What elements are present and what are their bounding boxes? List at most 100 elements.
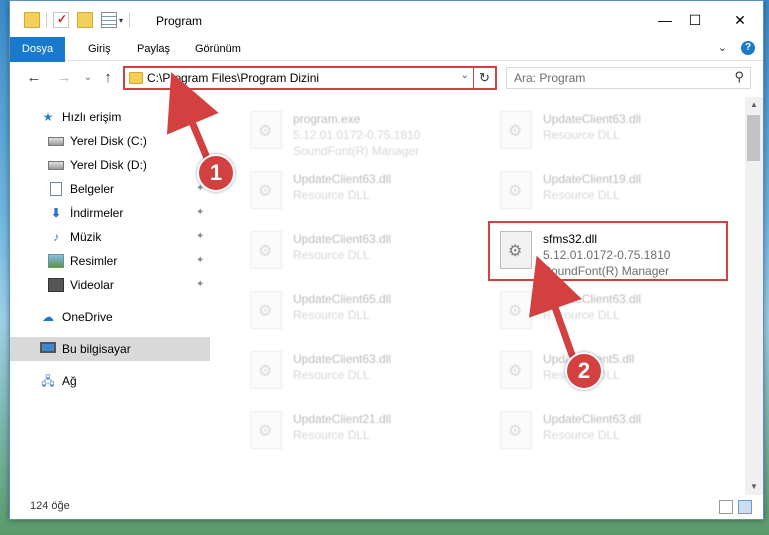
file-description: Resource DLL <box>293 188 370 202</box>
file-list: program.exe 5.12.01.0172-0.75.1810 Sound… <box>220 97 745 495</box>
file-description: SoundFont(R) Manager <box>543 264 670 278</box>
sidebar-item-videos[interactable]: Videolar ✦ <box>10 273 210 297</box>
up-arrow-icon[interactable]: ↑ <box>98 68 118 88</box>
file-description: SoundFont(R) Manager <box>293 144 420 158</box>
pictures-icon <box>48 254 64 268</box>
properties-check-icon[interactable] <box>53 12 69 28</box>
file-item[interactable]: UpdateClient63.dll Resource DLL <box>490 283 726 339</box>
pin-icon[interactable]: ✦ <box>196 273 204 297</box>
search-icon[interactable]: ⚲ <box>734 69 744 85</box>
file-description: Resource DLL <box>293 248 370 262</box>
file-item[interactable]: UpdateClient63.dll Resource DLL <box>240 163 476 219</box>
this-pc-icon <box>40 342 56 353</box>
file-version: 5.12.01.0172-0.75.1810 <box>543 248 671 262</box>
file-name: UpdateClient63.dll <box>293 172 392 186</box>
file-item-sfms32-highlighted[interactable]: sfms32.dll 5.12.01.0172-0.75.1810 SoundF… <box>488 221 728 281</box>
folder-icon <box>129 72 143 84</box>
file-item[interactable]: UpdateClient63.dll Resource DLL <box>490 103 726 159</box>
window-title: Program <box>156 14 203 28</box>
sidebar-item-music[interactable]: ♪ Müzik ✦ <box>10 225 210 249</box>
dll-file-icon <box>500 411 532 449</box>
tab-share[interactable]: Paylaş <box>127 37 180 61</box>
refresh-icon[interactable]: ↻ <box>473 68 495 88</box>
sidebar-item-documents[interactable]: Belgeler ✦ <box>10 177 210 201</box>
new-folder-icon[interactable] <box>77 12 93 28</box>
scrollbar-thumb[interactable] <box>747 115 760 161</box>
search-box[interactable]: Ara: Program ⚲ <box>506 67 751 89</box>
file-explorer-window: ▾ Program — ☐ ✕ Dosya Giriş Paylaş Görün… <box>9 0 764 520</box>
sidebar-item-label: Belgeler <box>70 182 115 196</box>
dll-file-icon <box>250 231 282 269</box>
sidebar-item-local-disk-d[interactable]: Yerel Disk (D:) <box>10 153 210 177</box>
sidebar-item-quick-access[interactable]: ★ Hızlı erişim <box>10 105 210 129</box>
maximize-button[interactable]: ☐ <box>672 5 718 35</box>
folder-icon <box>24 12 40 28</box>
file-description: Resource DLL <box>543 188 620 202</box>
quick-access-toolbar: ▾ <box>24 10 134 30</box>
sidebar-item-onedrive[interactable]: ☁ OneDrive <box>10 305 210 329</box>
videos-icon <box>48 278 64 292</box>
music-icon: ♪ <box>53 230 59 244</box>
file-version: 5.12.01.0172-0.75.1810 <box>293 128 421 142</box>
forward-arrow-icon[interactable]: → <box>54 68 74 88</box>
sidebar-item-this-pc[interactable]: Bu bilgisayar <box>10 337 210 361</box>
file-name: UpdateClient63.dll <box>543 412 642 426</box>
pin-icon[interactable]: ✦ <box>196 249 204 273</box>
pin-icon[interactable]: ✦ <box>196 225 204 249</box>
file-name: UpdateClient19.dll <box>543 172 642 186</box>
scroll-up-icon[interactable]: ▲ <box>745 97 763 113</box>
toolbar-separator <box>129 13 131 27</box>
sidebar-item-network[interactable]: 🖧 Ağ <box>10 369 210 393</box>
customize-toolbar-chevron-icon[interactable]: ▾ <box>119 16 123 25</box>
vertical-scrollbar[interactable]: ▲ ▼ <box>745 97 763 495</box>
file-item[interactable]: UpdateClient63.dll Resource DLL <box>240 343 476 399</box>
file-name: UpdateClient63.dll <box>293 352 392 366</box>
sidebar-item-label: İndirmeler <box>70 206 124 220</box>
details-view-icon[interactable] <box>719 500 733 514</box>
file-description: Resource DLL <box>543 308 620 322</box>
properties-icon[interactable] <box>101 12 117 28</box>
file-item[interactable]: UpdateClient65.dll Resource DLL <box>240 283 476 339</box>
sidebar-item-label: OneDrive <box>62 310 113 324</box>
file-description: Resource DLL <box>293 368 370 382</box>
sidebar-item-label: Resimler <box>70 254 118 268</box>
file-item[interactable]: UpdateClient63.dll Resource DLL <box>490 403 726 459</box>
tab-home[interactable]: Giriş <box>78 37 121 61</box>
file-item[interactable]: UpdateClient21.dll Resource DLL <box>240 403 476 459</box>
file-item[interactable]: UpdateClient5.dll Resource DLL <box>490 343 726 399</box>
dll-file-icon <box>500 351 532 389</box>
file-name: UpdateClient63.dll <box>543 292 642 306</box>
dll-file-icon <box>250 291 282 329</box>
address-history-chevron-icon[interactable]: ⌄ <box>461 70 469 81</box>
title-bar: ▾ Program — ☐ ✕ <box>10 1 763 37</box>
file-name: program.exe <box>293 112 361 126</box>
star-icon: ★ <box>42 110 54 124</box>
tab-view[interactable]: Görünüm <box>185 37 251 61</box>
tiles-view-icon[interactable] <box>738 500 752 514</box>
back-arrow-icon[interactable]: ← <box>24 68 44 88</box>
file-item[interactable]: program.exe 5.12.01.0172-0.75.1810 Sound… <box>240 103 476 159</box>
scroll-down-icon[interactable]: ▼ <box>745 479 763 495</box>
expand-ribbon-chevron-icon[interactable]: ⌄ <box>718 41 727 55</box>
network-icon: 🖧 <box>41 374 55 388</box>
recent-locations-chevron-icon[interactable]: ⌄ <box>78 68 98 88</box>
dll-file-icon <box>500 231 532 269</box>
sidebar-item-downloads[interactable]: ⬇ İndirmeler ✦ <box>10 201 210 225</box>
pin-icon[interactable]: ✦ <box>196 201 204 225</box>
file-description: Resource DLL <box>293 428 370 442</box>
sidebar-item-pictures[interactable]: Resimler ✦ <box>10 249 210 273</box>
file-name: UpdateClient63.dll <box>543 112 642 126</box>
toolbar-separator <box>46 13 47 27</box>
file-item[interactable]: UpdateClient19.dll Resource DLL <box>490 163 726 219</box>
file-item[interactable]: UpdateClient63.dll Resource DLL <box>240 223 476 279</box>
help-icon[interactable]: ? <box>741 41 755 55</box>
address-path[interactable]: C:\Program Files\Program Dizini <box>147 71 319 85</box>
search-placeholder[interactable]: Ara: Program <box>514 71 585 85</box>
close-button[interactable]: ✕ <box>717 5 763 35</box>
file-name: UpdateClient65.dll <box>293 292 392 306</box>
sidebar-item-local-disk-c[interactable]: Yerel Disk (C:) <box>10 129 210 153</box>
file-name: UpdateClient21.dll <box>293 412 392 426</box>
address-bar[interactable]: C:\Program Files\Program Dizini ⌄ ↻ <box>123 66 497 90</box>
onedrive-icon: ☁ <box>42 310 54 324</box>
ribbon-tabs: Dosya Giriş Paylaş Görünüm ⌄ ? <box>10 37 763 93</box>
